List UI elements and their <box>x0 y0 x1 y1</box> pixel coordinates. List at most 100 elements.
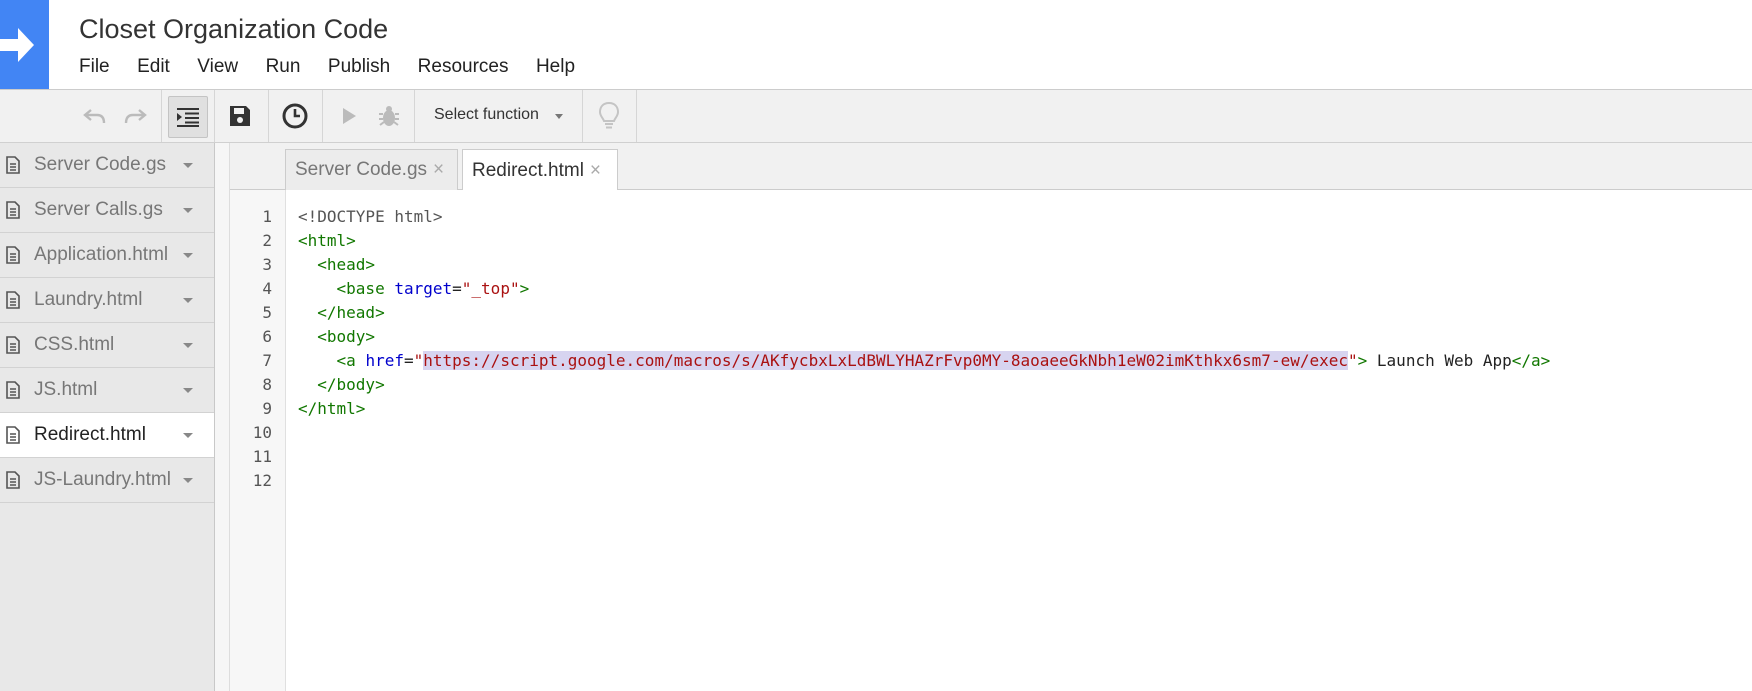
app-logo[interactable] <box>0 0 49 89</box>
file-item-server-code-gs[interactable]: Server Code.gs <box>0 143 214 188</box>
undo-icon <box>83 109 106 124</box>
code-eq: = <box>403 351 414 370</box>
chevron-down-icon[interactable] <box>183 343 193 348</box>
code-url-selected[interactable]: https://script.google.com/macros/s/AKfyc… <box>423 351 1348 370</box>
code-attr: href <box>365 351 404 370</box>
file-icon <box>6 381 20 399</box>
code-line[interactable]: <head> <box>298 255 375 274</box>
code-string: " <box>413 351 424 370</box>
code-tag: > <box>519 279 530 298</box>
line-number: 2 <box>262 231 272 250</box>
menu-help[interactable]: Help <box>536 56 575 78</box>
file-item-js-laundry-html[interactable]: JS-Laundry.html <box>0 458 214 503</box>
code-string: "_top" <box>461 279 520 298</box>
file-item-server-calls-gs[interactable]: Server Calls.gs <box>0 188 214 233</box>
chevron-down-icon <box>555 114 563 119</box>
code-eq: = <box>452 279 462 298</box>
code-line[interactable]: <body> <box>298 327 375 346</box>
lightbulb-icon <box>598 101 620 129</box>
debug-button[interactable] <box>376 96 402 136</box>
toolbar-separator <box>414 90 415 142</box>
code-tag: <a <box>336 351 356 370</box>
undo-button[interactable] <box>80 96 110 136</box>
file-item-css-html[interactable]: CSS.html <box>0 323 214 368</box>
file-name: Laundry.html <box>34 289 143 310</box>
toolbar-separator <box>214 90 215 142</box>
line-number: 11 <box>252 447 272 466</box>
code-line[interactable]: <base target="_top"> <box>298 279 530 298</box>
menu-publish[interactable]: Publish <box>328 56 390 78</box>
code-editor[interactable]: 1 2 3 4 5 6 7 8 9 10 11 12 <!DOCTYPE htm… <box>230 190 1752 691</box>
close-icon[interactable]: × <box>590 160 601 182</box>
redo-button[interactable] <box>120 96 150 136</box>
tab-label: Redirect.html <box>472 159 584 181</box>
tab-server-code-gs[interactable]: Server Code.gs × <box>285 149 458 190</box>
code-line[interactable]: <a href="https://script.google.com/macro… <box>298 351 1550 370</box>
code-text: Launch Web App <box>1367 351 1512 370</box>
file-item-application-html[interactable]: Application.html <box>0 233 214 278</box>
code-tag: <head> <box>317 255 376 274</box>
code-tag: <body> <box>317 327 376 346</box>
code-attr: target <box>394 279 453 298</box>
chevron-down-icon[interactable] <box>183 253 193 258</box>
close-icon[interactable]: × <box>433 159 444 181</box>
line-number: 4 <box>262 279 272 298</box>
menu-view[interactable]: View <box>197 56 238 78</box>
run-button[interactable] <box>337 96 361 136</box>
code-tag: <html> <box>298 231 356 250</box>
indent-button[interactable] <box>168 96 208 138</box>
code-doctype: <!DOCTYPE html> <box>298 207 443 226</box>
file-icon <box>6 471 20 489</box>
select-function-dropdown[interactable]: Select function <box>434 106 539 124</box>
tab-label: Server Code.gs <box>295 159 428 180</box>
file-name: Server Calls.gs <box>34 199 163 220</box>
chevron-down-icon[interactable] <box>183 298 193 303</box>
code-tag: </head> <box>317 303 385 322</box>
project-title[interactable]: Closet Organization Code <box>79 14 388 45</box>
code-line[interactable]: </html> <box>298 399 365 418</box>
save-icon <box>230 106 250 126</box>
file-item-js-html[interactable]: JS.html <box>0 368 214 413</box>
arrow-right-icon <box>0 28 34 62</box>
code-line[interactable]: </body> <box>298 375 384 394</box>
menu-file[interactable]: File <box>79 56 110 78</box>
indent-icon <box>177 108 199 127</box>
triggers-button[interactable] <box>278 96 312 136</box>
hint-button[interactable] <box>596 96 622 136</box>
file-name: JS.html <box>34 379 98 400</box>
line-number: 7 <box>262 351 272 370</box>
line-number: 5 <box>262 303 272 322</box>
chevron-down-icon[interactable] <box>183 433 193 438</box>
bug-icon <box>379 106 399 126</box>
menu-edit[interactable]: Edit <box>137 56 170 78</box>
file-name: Server Code.gs <box>34 154 167 175</box>
file-item-laundry-html[interactable]: Laundry.html <box>0 278 214 323</box>
chevron-down-icon[interactable] <box>183 478 193 483</box>
toolbar-separator <box>322 90 323 142</box>
chevron-down-icon[interactable] <box>183 388 193 393</box>
line-number: 3 <box>262 255 272 274</box>
tab-redirect-html[interactable]: Redirect.html × <box>462 149 618 191</box>
code-tag: <base <box>336 279 385 298</box>
file-item-redirect-html[interactable]: Redirect.html <box>0 413 214 458</box>
code-line[interactable]: </head> <box>298 303 385 322</box>
file-icon <box>6 201 20 219</box>
code-line[interactable]: <html> <box>298 231 356 250</box>
menu-run[interactable]: Run <box>266 56 301 78</box>
chevron-down-icon[interactable] <box>183 163 193 168</box>
code-line[interactable]: <!DOCTYPE html> <box>298 207 443 226</box>
code-tag: </a> <box>1511 351 1551 370</box>
file-icon <box>6 291 20 309</box>
app-header: Closet Organization Code File Edit View … <box>0 0 1752 90</box>
sidebar-resize-handle[interactable] <box>215 143 230 691</box>
chevron-down-icon[interactable] <box>183 208 193 213</box>
save-button[interactable] <box>225 96 255 136</box>
line-number: 1 <box>262 207 272 226</box>
menu-resources[interactable]: Resources <box>418 56 509 78</box>
play-icon <box>343 108 356 124</box>
file-icon <box>6 156 20 174</box>
code-tag: </html> <box>298 399 366 418</box>
file-icon <box>6 426 20 444</box>
file-name: CSS.html <box>34 334 115 355</box>
line-number-gutter: 1 2 3 4 5 6 7 8 9 10 11 12 <box>230 190 286 691</box>
